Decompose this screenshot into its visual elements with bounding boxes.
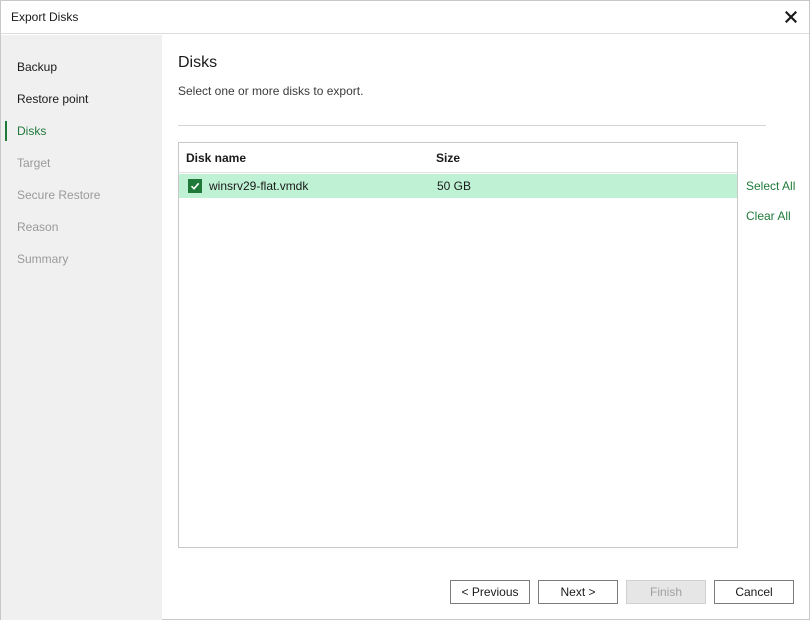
checkmark-icon	[190, 182, 200, 190]
step-disks[interactable]: Disks	[1, 119, 162, 143]
disks-table: Disk name Size winsrv29-flat.vmdk 50 GB	[178, 142, 738, 548]
step-label: Secure Restore	[17, 188, 101, 202]
step-label: Restore point	[17, 92, 89, 106]
step-label: Summary	[17, 252, 69, 266]
disk-name-cell: winsrv29-flat.vmdk	[209, 179, 309, 193]
step-backup[interactable]: Backup	[1, 55, 162, 79]
window-title: Export Disks	[11, 10, 79, 24]
wizard-steps-sidebar: Backup Restore point Disks Target Secure…	[1, 35, 162, 620]
title-bar: Export Disks	[1, 1, 809, 34]
step-reason: Reason	[1, 215, 162, 239]
disk-checkbox[interactable]	[188, 179, 202, 193]
clear-all-link[interactable]: Clear All	[746, 209, 791, 223]
step-target: Target	[1, 151, 162, 175]
next-button[interactable]: Next >	[538, 580, 618, 604]
page-title: Disks	[178, 54, 218, 71]
close-button[interactable]	[781, 7, 801, 27]
step-secure-restore: Secure Restore	[1, 183, 162, 207]
select-all-link[interactable]: Select All	[746, 179, 795, 193]
finish-button: Finish	[626, 580, 706, 604]
export-disks-dialog: Export Disks Backup Restore point Disks …	[0, 0, 810, 620]
close-icon	[785, 11, 797, 23]
cancel-button[interactable]: Cancel	[714, 580, 794, 604]
step-summary: Summary	[1, 247, 162, 271]
column-header-size[interactable]: Size	[436, 151, 460, 165]
table-header: Disk name Size	[179, 143, 737, 173]
step-label: Target	[17, 156, 51, 170]
previous-button[interactable]: < Previous	[450, 580, 530, 604]
main-content: Disks Select one or more disks to export…	[162, 35, 810, 620]
page-description: Select one or more disks to export.	[178, 84, 364, 98]
step-label: Reason	[17, 220, 59, 234]
table-row[interactable]: winsrv29-flat.vmdk 50 GB	[179, 174, 737, 198]
step-label: Disks	[17, 124, 47, 138]
divider	[178, 125, 766, 126]
active-step-marker	[5, 121, 7, 141]
column-header-disk-name[interactable]: Disk name	[186, 151, 246, 165]
step-label: Backup	[17, 60, 58, 74]
disk-size-cell: 50 GB	[437, 179, 472, 193]
step-restore-point[interactable]: Restore point	[1, 87, 162, 111]
